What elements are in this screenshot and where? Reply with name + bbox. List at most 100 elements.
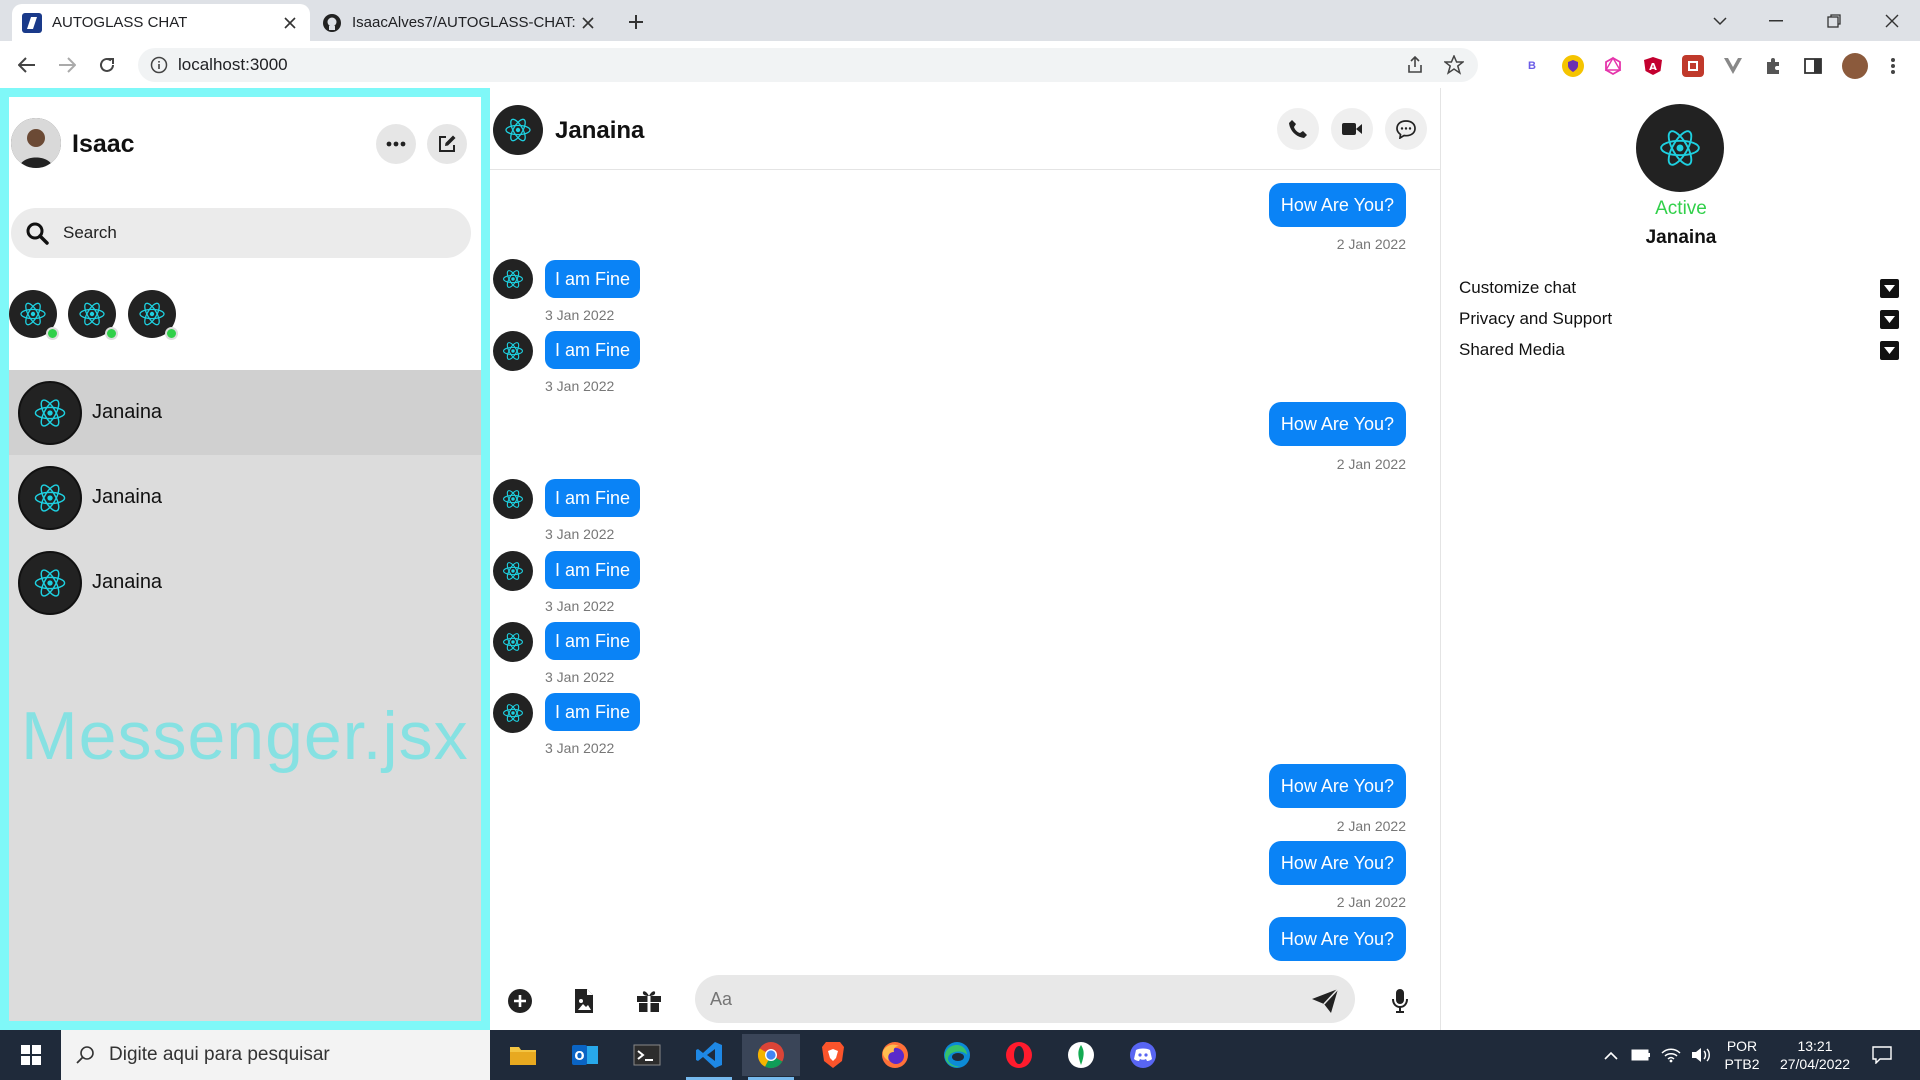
clock-date: 27/04/2022 xyxy=(1779,1056,1851,1072)
active-contact-story[interactable] xyxy=(128,290,178,340)
send-gift-button[interactable] xyxy=(634,986,664,1016)
site-info-icon[interactable] xyxy=(150,56,168,74)
outlook-icon[interactable]: O xyxy=(556,1034,614,1076)
browser-toolbar: localhost:3000 B A xyxy=(0,41,1920,89)
terminal-icon[interactable] xyxy=(618,1034,676,1076)
share-icon[interactable] xyxy=(1406,56,1424,74)
tab-autoglass-chat[interactable]: AUTOGLASS CHAT xyxy=(12,4,310,41)
battery-icon[interactable] xyxy=(1628,1030,1654,1080)
sent-message-bubble[interactable]: How Are You? xyxy=(1268,917,1406,961)
react-logo-icon xyxy=(502,268,524,290)
wifi-icon[interactable] xyxy=(1658,1030,1684,1080)
conversation-avatar xyxy=(18,550,82,615)
send-file-button[interactable] xyxy=(569,986,599,1016)
svg-text:A: A xyxy=(1649,62,1657,73)
conversation-item[interactable]: Janaina xyxy=(9,370,481,455)
shared-media-toggle[interactable]: Shared Media xyxy=(1459,337,1899,363)
conversation-avatar xyxy=(18,380,82,445)
user-avatar[interactable] xyxy=(11,118,61,168)
customize-chat-toggle[interactable]: Customize chat xyxy=(1459,275,1899,301)
taskbar-search-placeholder: Digite aqui para pesquisar xyxy=(109,1044,330,1065)
conversation-item[interactable]: Janaina xyxy=(9,540,481,625)
received-message-bubble[interactable]: I am Fine xyxy=(545,693,641,731)
chat-info-button[interactable] xyxy=(1385,108,1427,150)
react-logo-icon xyxy=(33,396,67,430)
sent-message-bubble[interactable]: How Are You? xyxy=(1268,764,1406,808)
active-contact-story[interactable] xyxy=(68,290,118,340)
speech-bubble-icon xyxy=(1395,119,1417,139)
received-message-bubble[interactable]: I am Fine xyxy=(545,331,641,369)
taskbar-search-box[interactable]: Digite aqui para pesquisar xyxy=(61,1030,490,1080)
react-logo-icon xyxy=(502,631,524,653)
sent-message-bubble[interactable]: How Are You? xyxy=(1268,402,1406,446)
discord-icon[interactable] xyxy=(1114,1034,1172,1076)
tab-close-icon[interactable] xyxy=(280,13,300,33)
side-panel-icon[interactable] xyxy=(1802,55,1824,77)
notifications-icon[interactable] xyxy=(1862,1030,1902,1080)
received-message-bubble[interactable]: I am Fine xyxy=(545,260,641,298)
active-contact-story[interactable] xyxy=(9,290,59,340)
profile-avatar[interactable] xyxy=(1842,53,1868,79)
received-message-bubble[interactable]: I am Fine xyxy=(545,551,641,589)
url-text: localhost:3000 xyxy=(178,55,288,74)
search-icon xyxy=(75,1045,95,1065)
chrome-menu-icon[interactable] xyxy=(1882,55,1904,77)
chrome-icon[interactable] xyxy=(742,1034,800,1080)
file-explorer-icon[interactable] xyxy=(494,1034,552,1076)
tab-title: AUTOGLASS CHAT xyxy=(52,14,188,31)
close-window-icon[interactable] xyxy=(1864,0,1920,41)
sent-message-bubble[interactable]: How Are You? xyxy=(1268,183,1406,227)
minimize-icon[interactable] xyxy=(1748,0,1804,41)
angular-extension-icon[interactable]: A xyxy=(1642,55,1664,77)
react-logo-icon xyxy=(502,340,524,362)
graphql-extension-icon[interactable] xyxy=(1602,55,1624,77)
sent-message-bubble[interactable]: How Are You? xyxy=(1268,841,1406,885)
received-message-bubble[interactable]: I am Fine xyxy=(545,622,641,660)
address-bar[interactable]: localhost:3000 xyxy=(138,48,1478,82)
new-tab-plus-icon[interactable] xyxy=(622,8,650,36)
keyboard-layout: PTB2 xyxy=(1724,1056,1760,1072)
input-language[interactable]: POR PTB2 xyxy=(1718,1030,1766,1080)
plus-circle-icon xyxy=(507,988,533,1014)
received-message-bubble[interactable]: I am Fine xyxy=(545,479,641,517)
clock[interactable]: 13:21 27/04/2022 xyxy=(1770,1030,1860,1080)
restore-icon[interactable] xyxy=(1806,0,1862,41)
search-bar[interactable]: Search xyxy=(11,208,471,258)
new-message-button[interactable] xyxy=(427,124,467,164)
mongodb-compass-icon[interactable] xyxy=(1052,1034,1110,1076)
edge-icon[interactable] xyxy=(928,1034,986,1076)
reload-icon[interactable] xyxy=(93,51,121,79)
volume-icon[interactable] xyxy=(1688,1030,1714,1080)
opera-icon[interactable] xyxy=(990,1034,1048,1076)
bookmark-star-icon[interactable] xyxy=(1444,55,1464,75)
add-attachment-button[interactable] xyxy=(505,986,535,1016)
voice-message-button[interactable] xyxy=(1385,986,1415,1016)
back-arrow-icon[interactable] xyxy=(13,51,41,79)
forward-arrow-icon[interactable] xyxy=(53,51,81,79)
honey-extension-icon[interactable] xyxy=(1562,55,1584,77)
vscode-icon[interactable] xyxy=(680,1034,738,1080)
react-logo-icon xyxy=(19,300,47,328)
red-extension-icon[interactable] xyxy=(1682,55,1704,77)
tab-close-icon[interactable] xyxy=(578,13,598,33)
video-call-button[interactable] xyxy=(1331,108,1373,150)
conversation-sidebar: Isaac Search Janaina Janaina Janaina Mes… xyxy=(0,88,490,1030)
brave-icon[interactable] xyxy=(804,1034,862,1076)
voice-call-button[interactable] xyxy=(1277,108,1319,150)
show-hidden-icons-chevron-icon[interactable] xyxy=(1598,1030,1624,1080)
privacy-support-toggle[interactable]: Privacy and Support xyxy=(1459,306,1899,332)
extensions-puzzle-icon[interactable] xyxy=(1762,55,1784,77)
conversation-item[interactable]: Janaina xyxy=(9,455,481,540)
contact-avatar[interactable] xyxy=(493,105,543,155)
more-options-button[interactable] xyxy=(376,124,416,164)
tab-github[interactable]: IsaacAlves7/AUTOGLASS-CHAT: xyxy=(312,4,608,41)
firefox-icon[interactable] xyxy=(866,1034,924,1076)
message-input[interactable] xyxy=(695,975,1355,1023)
bootstrap-extension-icon[interactable]: B xyxy=(1521,55,1543,77)
tab-search-chevron-icon[interactable] xyxy=(1692,0,1748,41)
send-button[interactable] xyxy=(1310,986,1340,1016)
vue-devtools-extension-icon[interactable] xyxy=(1722,55,1744,77)
message-date: 2 Jan 2022 xyxy=(1336,456,1406,472)
tab-title: IsaacAlves7/AUTOGLASS-CHAT: xyxy=(352,14,576,31)
windows-start-icon[interactable] xyxy=(0,1030,61,1080)
